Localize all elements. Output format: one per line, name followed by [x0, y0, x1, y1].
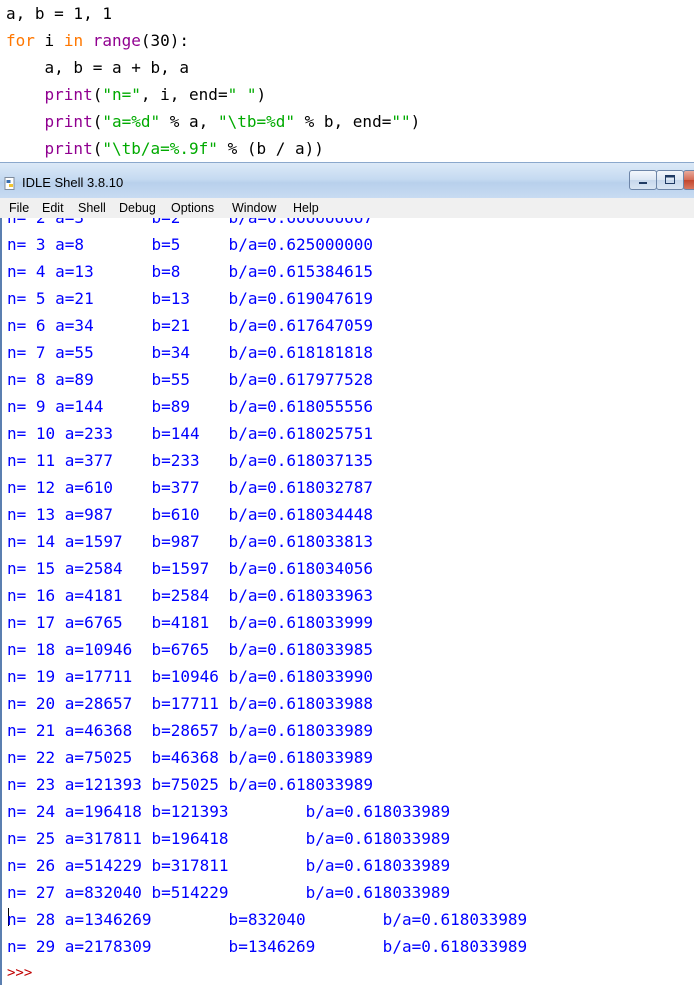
output-line: n= 6 a=34 b=21 b/a=0.617647059 — [7, 316, 374, 335]
title-bar[interactable]: IDLE Shell 3.8.10 — [0, 162, 694, 199]
output-line: n= 20 a=28657 b=17711 b/a=0.618033988 — [7, 694, 374, 713]
output-line: n= 22 a=75025 b=46368 b/a=0.618033989 — [7, 748, 374, 767]
close-button[interactable] — [683, 170, 694, 190]
code-token: ( — [92, 139, 103, 158]
maximize-button[interactable] — [656, 170, 684, 190]
output-line: n= 3 a=8 b=5 b/a=0.625000000 — [7, 235, 374, 254]
menu-debug[interactable]: Debug — [119, 200, 156, 216]
code-line: print("\tb/a=%.9f" % (b / a)) — [6, 135, 324, 162]
output-line: n= 21 a=46368 b=28657 b/a=0.618033989 — [7, 721, 374, 740]
output-line: n= 25 a=317811 b=196418 b/a=0.618033989 — [7, 829, 451, 848]
output-line: n= 5 a=21 b=13 b/a=0.619047619 — [7, 289, 374, 308]
output-line: n= 9 a=144 b=89 b/a=0.618055556 — [7, 397, 374, 416]
output-line: n= 17 a=6765 b=4181 b/a=0.618033999 — [7, 613, 374, 632]
code-token: % a, — [160, 112, 218, 131]
maximize-icon — [665, 175, 675, 184]
output-line: n= 18 a=10946 b=6765 b/a=0.618033985 — [7, 640, 374, 659]
menu-help[interactable]: Help — [293, 200, 319, 216]
output-line: n= 4 a=13 b=8 b/a=0.615384615 — [7, 262, 374, 281]
python-icon — [4, 177, 15, 190]
output-line: n= 26 a=514229 b=317811 b/a=0.618033989 — [7, 856, 451, 875]
code-token: "\tb/a=%.9f" — [102, 139, 218, 158]
menu-bar: File Edit Shell Debug Options Window Help — [0, 198, 694, 219]
code-token: i — [34, 31, 64, 50]
code-token: for — [6, 31, 35, 50]
code-token: print — [44, 112, 93, 131]
code-token: % (b / a)) — [217, 139, 324, 158]
code-token: (30): — [140, 31, 190, 50]
shell-output[interactable]: >>> n= 2 a=3 b=2 b/a=0.666666667 n= 3 a=8… — [0, 218, 694, 985]
output-line: n= 19 a=17711 b=10946 b/a=0.618033990 — [7, 667, 374, 686]
output-line: n= 7 a=55 b=34 b/a=0.618181818 — [7, 343, 374, 362]
output-line: n= 13 a=987 b=610 b/a=0.618034448 — [7, 505, 374, 524]
code-line: a, b = a + b, a — [6, 54, 190, 81]
code-line: for i in range(30): — [6, 27, 189, 54]
code-token: ( — [92, 112, 103, 131]
output-line: n= 12 a=610 b=377 b/a=0.618032787 — [7, 478, 374, 497]
menu-window[interactable]: Window — [232, 200, 276, 216]
output-line: n= 24 a=196418 b=121393 b/a=0.618033989 — [7, 802, 451, 821]
output-line: n= 2 a=3 b=2 b/a=0.666666667 — [7, 218, 373, 231]
menu-edit[interactable]: Edit — [42, 200, 64, 216]
idle-shell-window[interactable]: IDLE Shell 3.8.10 File Edit Shell Debug Opti… — [0, 162, 694, 985]
code-token: print — [44, 85, 93, 104]
code-token: "n=" — [102, 85, 141, 104]
window-title: IDLE Shell 3.8.10 — [22, 175, 124, 190]
code-token: in — [63, 31, 84, 50]
code-line: print("n=", i, end=" ") — [6, 81, 267, 108]
output-line: n= 23 a=121393 b=75025 b/a=0.618033989 — [7, 775, 374, 794]
minimize-button[interactable] — [629, 170, 657, 190]
code-token: , i, end= — [140, 85, 228, 104]
output-line: n= 8 a=89 b=55 b/a=0.617977528 — [7, 370, 374, 389]
output-line: n= 11 a=377 b=233 b/a=0.618037135 — [7, 451, 374, 470]
code-token: ) — [256, 85, 267, 104]
menu-file[interactable]: File — [9, 200, 29, 216]
shell-prompt: >>> — [7, 965, 33, 981]
menu-options[interactable]: Options — [171, 200, 214, 216]
output-line: n= 10 a=233 b=144 b/a=0.618025751 — [7, 424, 374, 443]
menu-shell[interactable]: Shell — [78, 200, 106, 216]
code-token: ) — [410, 112, 421, 131]
output-line: n= 14 a=1597 b=987 b/a=0.618033813 — [7, 532, 374, 551]
code-token: print — [44, 139, 93, 158]
code-token: ( — [92, 85, 103, 104]
minimize-icon — [639, 182, 647, 184]
code-editor[interactable]: a, b = 1, 1 for i in range(30): a, b = a … — [0, 0, 694, 162]
window-border — [0, 218, 2, 985]
code-token: "" — [391, 112, 411, 131]
output-line: n= 16 a=4181 b=2584 b/a=0.618033963 — [7, 586, 374, 605]
code-token: " " — [227, 85, 257, 104]
code-token: a, b = a + b, a — [6, 58, 190, 77]
output-line: n= 15 a=2584 b=1597 b/a=0.618034056 — [7, 559, 374, 578]
output-line: n= 28 a=1346269 b=832040 b/a=0.618033989 — [7, 910, 528, 929]
code-token: a, b = 1, 1 — [6, 4, 112, 23]
code-token: range — [92, 31, 141, 50]
code-token: "a=%d" — [102, 112, 161, 131]
code-line: print("a=%d" % a, "\tb=%d" % b, end="") — [6, 108, 421, 135]
output-line: n= 29 a=2178309 b=1346269 b/a=0.61803398… — [7, 937, 528, 956]
code-line: a, b = 1, 1 — [6, 0, 112, 27]
code-token: "\tb=%d" — [217, 112, 295, 131]
code-token: % b, end= — [295, 112, 392, 131]
output-line: n= 27 a=832040 b=514229 b/a=0.618033989 — [7, 883, 451, 902]
